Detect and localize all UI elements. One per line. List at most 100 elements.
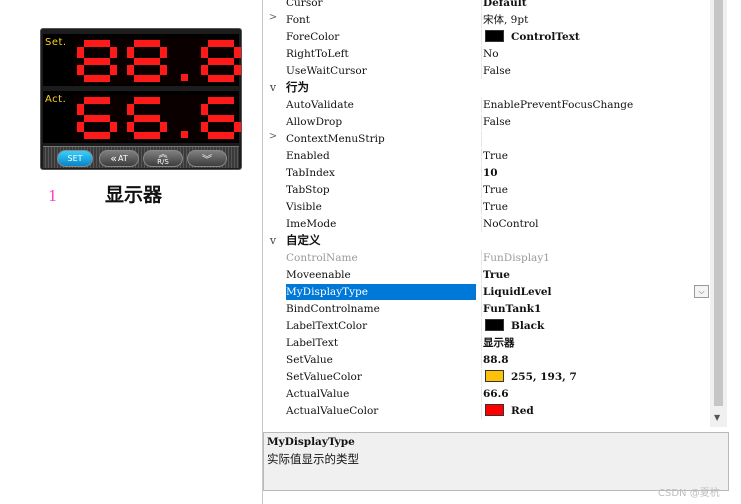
property-row[interactable]: Visible True [263, 198, 710, 215]
category-header[interactable]: v 行为 [263, 79, 710, 96]
digit-segment [208, 40, 234, 47]
property-row[interactable]: > Font 宋体, 9pt [263, 11, 710, 28]
property-row[interactable]: Enabled True [263, 147, 710, 164]
dropdown-arrow-icon[interactable]: ⌵ [694, 285, 709, 298]
vertical-scrollbar[interactable]: ▼ [710, 0, 727, 427]
property-value[interactable]: True [481, 182, 710, 198]
property-value[interactable]: EnablePreventFocusChange [481, 97, 710, 113]
property-value[interactable]: Red [481, 403, 710, 419]
scrollbar-thumb[interactable] [714, 0, 723, 406]
property-row[interactable]: ImeMode NoControl [263, 215, 710, 232]
actual-value-digits [73, 95, 241, 141]
property-name: MyDisplayType [286, 284, 476, 300]
property-value-text: 显示器 [483, 337, 515, 349]
property-row[interactable]: MyDisplayType LiquidLevel ⌵ [263, 283, 710, 300]
digit-segment [208, 132, 234, 139]
property-name: ForeColor [286, 31, 340, 43]
property-value-text: True [483, 201, 508, 213]
property-value[interactable]: Black [481, 318, 710, 334]
digit-segment [134, 75, 160, 82]
at-button[interactable]: « AT [99, 150, 139, 167]
property-value[interactable]: NoControl [481, 216, 710, 232]
property-value-text: Red [511, 405, 534, 417]
property-row[interactable]: ControlName FunDisplay1 [263, 249, 710, 266]
property-row[interactable]: SetValue 88.8 [263, 351, 710, 368]
property-row[interactable]: TabStop True [263, 181, 710, 198]
property-value[interactable]: 66.6 [481, 386, 710, 402]
digit-segment [234, 121, 241, 132]
expand-icon[interactable]: > [266, 131, 280, 147]
property-value[interactable]: 88.8 [481, 352, 710, 368]
property-name: TabStop [286, 184, 330, 196]
digit-segment [160, 64, 167, 75]
property-value-text: 88.8 [483, 354, 509, 366]
property-row[interactable]: Cursor Default [263, 0, 710, 11]
digit-segment [134, 57, 160, 65]
set-value-row: Set. [43, 34, 241, 86]
collapse-icon[interactable]: v [266, 232, 280, 249]
property-list: Cursor Default > Font 宋体, 9pt ForeColor Contro… [263, 0, 710, 427]
double-left-icon: « [110, 152, 117, 165]
property-value[interactable]: False [481, 114, 710, 130]
decimal-point [181, 74, 188, 81]
color-swatch [485, 404, 504, 416]
designer-surface: Set. Act. SET « AT ︽ R/S ︾ 1 显示器 [0, 0, 255, 504]
property-row[interactable]: LabelText 显示器 [263, 334, 710, 351]
property-value[interactable]: 宋体, 9pt [481, 12, 710, 28]
property-value[interactable]: 10 [481, 165, 710, 181]
digit-segment [110, 121, 117, 132]
property-value[interactable]: 255, 193, 7 [481, 369, 710, 385]
property-row[interactable]: AutoValidate EnablePreventFocusChange [263, 96, 710, 113]
property-name: ControlName [286, 252, 358, 264]
control-caption: 显示器 [105, 184, 163, 206]
property-row[interactable]: LabelTextColor Black [263, 317, 710, 334]
property-value[interactable]: Default [481, 0, 710, 11]
rs-button[interactable]: ︽ R/S [143, 150, 183, 167]
property-row[interactable]: ActualValue 66.6 [263, 385, 710, 402]
device-button-bar: SET « AT ︽ R/S ︾ [43, 146, 239, 168]
property-row[interactable]: SetValueColor 255, 193, 7 [263, 368, 710, 385]
digit-segment [84, 114, 110, 122]
property-row[interactable]: ActualValueColor Red [263, 402, 710, 419]
property-row[interactable]: RightToLeft No [263, 45, 710, 62]
expand-icon[interactable]: > [266, 12, 280, 28]
property-row[interactable]: > ContextMenuStrip [263, 130, 710, 147]
property-value[interactable]: False [481, 63, 710, 79]
digit-segment [127, 121, 134, 132]
down-button[interactable]: ︾ [187, 150, 227, 167]
property-name: BindControlname [286, 303, 380, 315]
property-row[interactable]: ForeColor ControlText [263, 28, 710, 45]
digit-segment [208, 75, 234, 82]
property-value[interactable]: 显示器 [481, 335, 710, 351]
fun-display-control[interactable]: Set. Act. SET « AT ︽ R/S ︾ [40, 28, 242, 170]
set-button[interactable]: SET [57, 150, 93, 167]
property-value[interactable]: FunDisplay1 [481, 250, 710, 266]
property-value[interactable]: True [481, 199, 710, 215]
property-name: RightToLeft [286, 48, 349, 60]
property-row[interactable]: TabIndex 10 [263, 164, 710, 181]
property-value-text: Black [511, 320, 545, 332]
property-row[interactable]: Moveenable True [263, 266, 710, 283]
property-row[interactable]: UseWaitCursor False [263, 62, 710, 79]
property-name: LabelTextColor [286, 320, 368, 332]
property-name: Visible [286, 201, 322, 213]
decimal-point [181, 131, 188, 138]
category-header[interactable]: v 自定义 [263, 232, 710, 249]
property-value[interactable]: FunTank1 [481, 301, 710, 317]
property-row[interactable]: AllowDrop False [263, 113, 710, 130]
scroll-down-icon[interactable]: ▼ [714, 413, 720, 422]
property-value-text: LiquidLevel [483, 286, 552, 298]
property-value[interactable]: No [481, 46, 710, 62]
property-value[interactable]: True [481, 148, 710, 164]
digit-segment [110, 47, 117, 58]
property-value[interactable]: LiquidLevel [481, 284, 710, 300]
property-value-text: NoControl [483, 218, 539, 230]
digit-segment [77, 64, 84, 75]
property-value[interactable] [481, 131, 710, 147]
collapse-icon[interactable]: v [266, 79, 280, 96]
property-row[interactable]: BindControlname FunTank1 [263, 300, 710, 317]
property-value[interactable]: ControlText [481, 29, 710, 45]
digit-segment [110, 64, 117, 75]
property-value[interactable]: True [481, 267, 710, 283]
digit-segment [84, 132, 110, 139]
